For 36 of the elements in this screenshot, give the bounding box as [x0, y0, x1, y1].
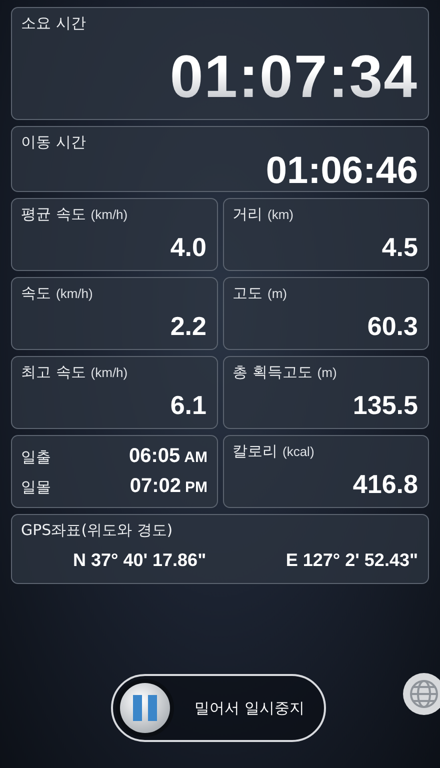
- sun-label: 일몰: [21, 478, 51, 497]
- pause-icon[interactable]: [114, 678, 174, 738]
- stat-label: 거리: [232, 205, 262, 224]
- stat-value: 4.5: [382, 234, 418, 260]
- stat-unit: (km): [268, 207, 294, 222]
- card-label: 이동 시간: [21, 133, 87, 152]
- stat-label: 칼로리: [232, 442, 278, 461]
- stat-value: 416.8: [352, 471, 418, 497]
- stat-unit: (km/h): [90, 365, 128, 380]
- stat-value: 60.3: [367, 313, 418, 339]
- moving-time-value: 01:06:46: [266, 152, 418, 190]
- stat-label: 평균 속도: [21, 205, 86, 224]
- sun-time: 06:05: [129, 445, 180, 468]
- stat-label: 최고 속도: [21, 363, 86, 382]
- sun-time: 07:02: [130, 474, 181, 498]
- stat-value: 135.5: [352, 392, 418, 418]
- stat-value: 6.1: [170, 392, 206, 418]
- stat-unit: (km/h): [90, 207, 128, 222]
- card-label: 소요 시간: [21, 14, 87, 33]
- gps-label: GPS좌표(위도와 경도): [21, 521, 174, 540]
- stat-label: 고도: [232, 284, 262, 303]
- stat-unit: (m): [268, 286, 287, 301]
- stat-unit: (m): [317, 365, 337, 380]
- longitude-value: E 127° 2' 52.43": [286, 550, 418, 571]
- stat-unit: (kcal): [282, 444, 314, 459]
- time-period: AM: [184, 449, 208, 466]
- time-period: PM: [185, 478, 208, 496]
- globe-icon[interactable]: [402, 672, 440, 716]
- stat-value: 2.2: [170, 313, 206, 339]
- stat-label: 속도: [21, 284, 51, 303]
- sun-label: 일출: [21, 448, 51, 468]
- stat-value: 4.0: [170, 234, 206, 260]
- stat-unit: (km/h): [56, 286, 93, 301]
- latitude-value: N 37° 40' 17.86": [73, 550, 206, 571]
- pause-slider[interactable]: 밀어서 일시중지: [110, 674, 326, 742]
- stat-label: 총 획득고도: [232, 363, 312, 382]
